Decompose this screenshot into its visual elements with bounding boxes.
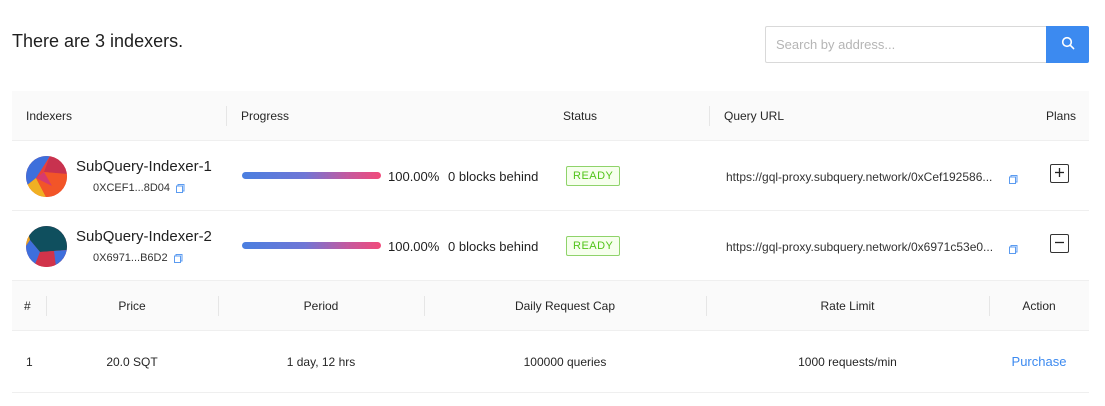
col-header-daily-cap: Daily Request Cap bbox=[514, 299, 616, 313]
status-badge: READY bbox=[566, 166, 621, 186]
search-button[interactable] bbox=[1046, 26, 1089, 63]
plan-row: 1 20.0 SQT 1 day, 12 hrs 100000 queries … bbox=[12, 331, 1089, 393]
plan-period: 1 day, 12 hrs bbox=[286, 355, 356, 369]
col-header-rate-limit: Rate Limit bbox=[820, 299, 875, 313]
expand-plans-button[interactable] bbox=[1050, 164, 1069, 183]
copy-icon[interactable] bbox=[1009, 171, 1018, 189]
plan-rate-limit: 1000 requests/min bbox=[798, 355, 897, 369]
indexers-table-header: Indexers Progress Status Query URL Plans bbox=[12, 91, 1089, 141]
copy-icon[interactable] bbox=[1009, 241, 1018, 259]
address-text: 0X6971...B6D2 bbox=[93, 252, 168, 264]
indexers-table: Indexers Progress Status Query URL Plans… bbox=[12, 91, 1089, 393]
plan-price: 20.0 SQT bbox=[106, 355, 158, 369]
indexer-address: 0XCEF1...8D04 bbox=[93, 182, 185, 194]
address-text: 0XCEF1...8D04 bbox=[93, 182, 171, 194]
col-header-index: # bbox=[24, 299, 31, 313]
purchase-link[interactable]: Purchase bbox=[1012, 354, 1067, 369]
progress-percent: 100.00% bbox=[388, 169, 440, 184]
progress-bar bbox=[242, 172, 381, 179]
blocks-behind: 0 blocks behind bbox=[448, 239, 539, 254]
plan-action-cell: Purchase bbox=[989, 331, 1089, 393]
col-header-plans: Plans bbox=[1046, 109, 1077, 123]
search-icon bbox=[1061, 36, 1075, 53]
copy-icon[interactable] bbox=[176, 183, 185, 193]
search-input[interactable] bbox=[765, 26, 1046, 63]
plan-index: 1 bbox=[26, 355, 33, 369]
col-header-action: Action bbox=[1022, 299, 1056, 313]
collapse-plans-button[interactable] bbox=[1050, 234, 1069, 253]
col-header-indexers: Indexers bbox=[26, 109, 73, 123]
col-header-status: Status bbox=[563, 109, 598, 123]
plus-icon bbox=[1054, 165, 1065, 183]
col-header-period: Period bbox=[303, 299, 339, 313]
progress-bar bbox=[242, 242, 381, 249]
table-row: SubQuery-Indexer-1 0XCEF1...8D04 100.00%… bbox=[12, 141, 1089, 211]
col-header-query-url: Query URL bbox=[724, 109, 785, 123]
plan-daily-cap: 100000 queries bbox=[523, 355, 607, 369]
copy-icon[interactable] bbox=[173, 253, 183, 263]
avatar bbox=[26, 226, 67, 267]
avatar bbox=[26, 156, 67, 197]
col-header-progress: Progress bbox=[241, 109, 290, 123]
column-divider bbox=[226, 106, 227, 126]
indexer-name: SubQuery-Indexer-1 bbox=[76, 158, 212, 175]
minus-icon bbox=[1054, 235, 1065, 253]
query-url: https://gql-proxy.subquery.network/0xCef… bbox=[726, 170, 993, 184]
page-heading: There are 3 indexers. bbox=[12, 31, 184, 51]
table-row: SubQuery-Indexer-2 0X6971...B6D2 100.00%… bbox=[12, 211, 1089, 281]
indexer-name: SubQuery-Indexer-2 bbox=[76, 228, 212, 245]
status-badge: READY bbox=[566, 236, 621, 256]
blocks-behind: 0 blocks behind bbox=[448, 169, 539, 184]
query-url: https://gql-proxy.subquery.network/0x697… bbox=[726, 240, 994, 254]
progress-percent: 100.00% bbox=[388, 239, 440, 254]
column-divider bbox=[709, 106, 710, 126]
plans-table-header: # Price Period Daily Request Cap Rate Li… bbox=[12, 281, 1089, 331]
indexer-address: 0X6971...B6D2 bbox=[93, 252, 183, 264]
col-header-price: Price bbox=[118, 299, 146, 313]
search-bar bbox=[765, 26, 1089, 63]
